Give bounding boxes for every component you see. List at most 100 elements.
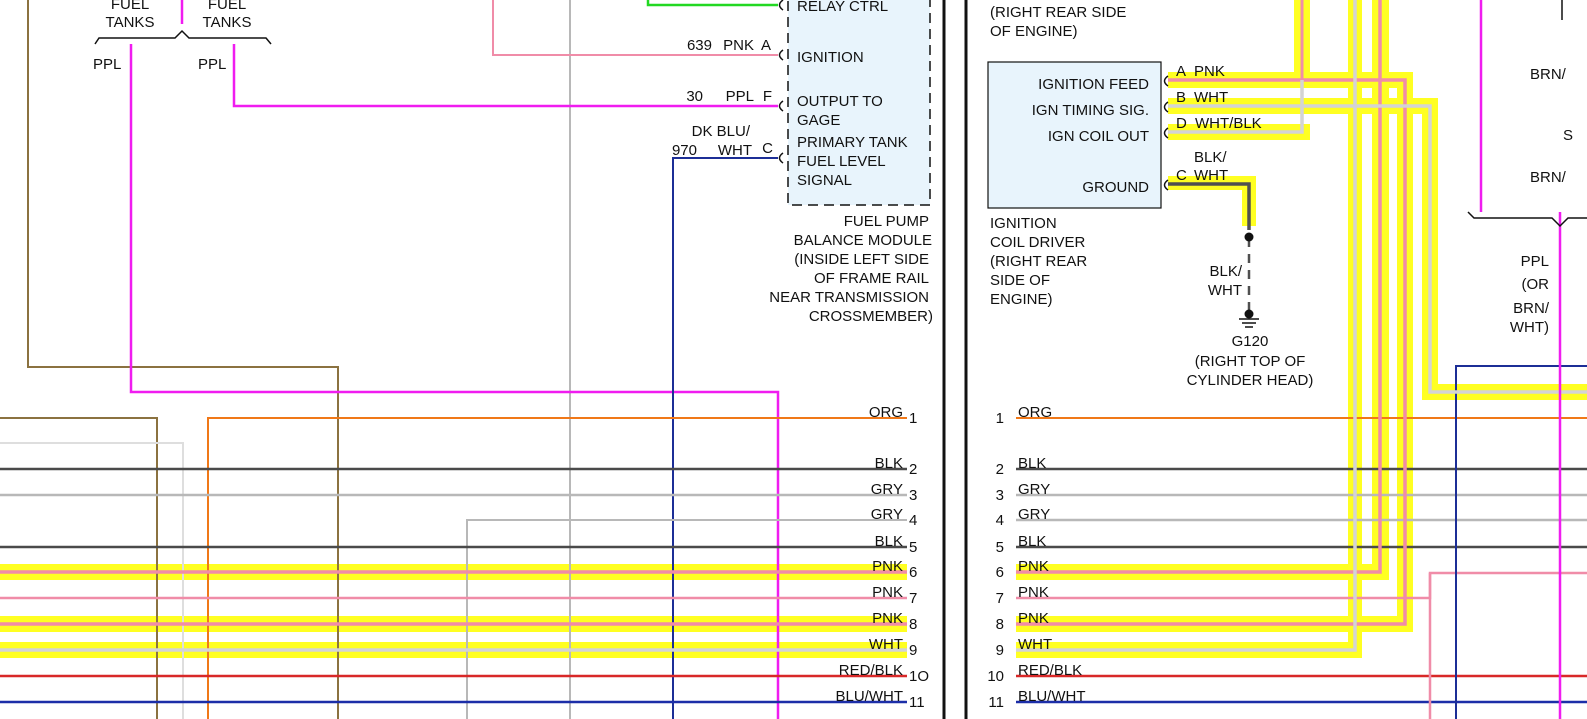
row-3-num-left: 3 bbox=[909, 487, 917, 504]
pin-label-primary-1: PRIMARY TANK bbox=[797, 134, 908, 151]
row-9-num-right: 9 bbox=[996, 642, 1004, 659]
row-4-num-left: 4 bbox=[909, 512, 917, 529]
connector-row-labels: ORG 1 1 ORGBLK 2 2 BLKGRY 3 3 GRYGRY 4 4 GRYBLK 5 5 BLK… bbox=[836, 404, 1086, 711]
row-7-color-left: PNK bbox=[872, 584, 903, 601]
color-pnk-a: PNK bbox=[723, 37, 754, 54]
row-1-color-right: ORG bbox=[1018, 404, 1052, 421]
driver-pin-label-timing: IGN TIMING SIG. bbox=[1032, 102, 1149, 119]
row-1-num-left: 1 bbox=[909, 410, 917, 427]
row-2-num-left: 2 bbox=[909, 461, 917, 478]
row-7-num-left: 7 bbox=[909, 590, 917, 607]
driver-pin-label-ground: GROUND bbox=[1082, 179, 1149, 196]
driver-name-2: COIL DRIVER bbox=[990, 234, 1085, 251]
row-9-color-right: WHT bbox=[1018, 636, 1052, 653]
color-dkblu-top: DK BLU/ bbox=[692, 123, 751, 140]
far-right-brn-1: BRN/ bbox=[1530, 66, 1567, 83]
splice-dot bbox=[1244, 232, 1254, 242]
left-top-labels: FUEL TANKS FUEL TANKS PPL PPL bbox=[93, 0, 251, 73]
row-11-color-right: BLU/WHT bbox=[1018, 688, 1086, 705]
fuel-tanks-2-line2: TANKS bbox=[203, 14, 252, 31]
row-8-num-right: 8 bbox=[996, 616, 1004, 633]
module-name-1: FUEL PUMP bbox=[844, 213, 929, 230]
row-8-color-right: PNK bbox=[1018, 610, 1049, 627]
module-name-label: FUEL PUMP BALANCE MODULE (INSIDE LEFT SI… bbox=[769, 213, 933, 325]
row-2-num-right: 2 bbox=[996, 461, 1004, 478]
driver-name-5: ENGINE) bbox=[990, 291, 1053, 308]
row-6-color-right: PNK bbox=[1018, 558, 1049, 575]
wire-green-relay bbox=[646, 0, 778, 7]
driver-name-1: IGNITION bbox=[990, 215, 1057, 232]
far-right-brn-2: BRN/ bbox=[1530, 169, 1567, 186]
row-5-num-right: 5 bbox=[996, 539, 1004, 556]
driver-pin-a: A bbox=[1176, 63, 1186, 80]
row-3-num-right: 3 bbox=[996, 487, 1004, 504]
row-11-color-left: BLU/WHT bbox=[836, 688, 904, 705]
module-name-4: OF FRAME RAIL bbox=[814, 270, 929, 287]
wire-ground bbox=[1168, 182, 1251, 230]
driver-conn-d bbox=[1163, 127, 1169, 139]
connector-f bbox=[778, 100, 784, 112]
location-fragment-2: OF ENGINE) bbox=[990, 23, 1078, 40]
driver-conn-a bbox=[1163, 75, 1169, 87]
connector-a bbox=[778, 49, 784, 61]
circuit-970: 970 bbox=[672, 142, 697, 159]
left-wires bbox=[0, 0, 907, 719]
ground-wire-label-1: BLK/ bbox=[1209, 263, 1242, 280]
wiring-diagram: FUEL TANKS FUEL TANKS PPL PPL RELAY CTRL… bbox=[0, 0, 1587, 719]
pin-c: C bbox=[762, 140, 773, 157]
row-9-color-left: WHT bbox=[869, 636, 903, 653]
circuit-639: 639 bbox=[687, 37, 712, 54]
row-9-num-left: 9 bbox=[909, 642, 917, 659]
pin-label-output-2: GAGE bbox=[797, 112, 840, 129]
row-1-num-right: 1 bbox=[996, 410, 1004, 427]
row-6-num-left: 6 bbox=[909, 564, 917, 581]
row-10-num-left: 1O bbox=[909, 668, 929, 685]
row-8-color-left: PNK bbox=[872, 610, 903, 627]
far-right-ppl-4: WHT) bbox=[1510, 319, 1549, 336]
bracket-right bbox=[1467, 211, 1587, 228]
driver-color-wht-blk: WHT/BLK bbox=[1195, 115, 1262, 132]
fuel-tanks-1-line1: FUEL bbox=[111, 0, 149, 13]
row-4-color-left: GRY bbox=[871, 506, 903, 523]
driver-color-wht: WHT bbox=[1194, 89, 1228, 106]
driver-color-wht-c: WHT bbox=[1194, 167, 1228, 184]
driver-name-4: SIDE OF bbox=[990, 272, 1050, 289]
row-10-color-right: RED/BLK bbox=[1018, 662, 1082, 679]
ground-id: G120 bbox=[1232, 333, 1269, 350]
row-4-num-right: 4 bbox=[996, 512, 1004, 529]
wire-lt-gry bbox=[0, 442, 184, 719]
driver-pin-c: C bbox=[1176, 167, 1187, 184]
driver-conn-c bbox=[1163, 179, 1169, 191]
driver-pin-label-coil-out: IGN COIL OUT bbox=[1048, 128, 1149, 145]
driver-pin-b: B bbox=[1176, 89, 1186, 106]
row-7-color-right: PNK bbox=[1018, 584, 1049, 601]
driver-name-3: (RIGHT REAR bbox=[990, 253, 1087, 270]
far-right-ppl-1: PPL bbox=[1521, 253, 1549, 270]
pin-label-ignition: IGNITION bbox=[797, 49, 864, 66]
row-8-num-left: 8 bbox=[909, 616, 917, 633]
fuel-tanks-1-line2: TANKS bbox=[106, 14, 155, 31]
row-11-num-right: 11 bbox=[988, 694, 1004, 711]
far-right-ppl-3: BRN/ bbox=[1513, 300, 1550, 317]
pin-label-output-1: OUTPUT TO bbox=[797, 93, 883, 110]
module-name-3: (INSIDE LEFT SIDE bbox=[794, 251, 929, 268]
driver-pin-label-ign-feed: IGNITION FEED bbox=[1038, 76, 1149, 93]
far-right-ppl-2: (OR bbox=[1522, 276, 1550, 293]
wire-dkblu-970 bbox=[672, 157, 778, 719]
row-2-color-left: BLK bbox=[875, 455, 903, 472]
fuel-tank-brackets bbox=[94, 29, 272, 45]
row-2-color-right: BLK bbox=[1018, 455, 1046, 472]
wire-label-ppl-2: PPL bbox=[198, 56, 226, 73]
module-name-5: NEAR TRANSMISSION bbox=[769, 289, 929, 306]
wiring-diagram-canvas: FUEL TANKS FUEL TANKS PPL PPL RELAY CTRL… bbox=[0, 0, 1587, 719]
row-11-num-left: 11 bbox=[909, 694, 925, 711]
row-3-color-right: GRY bbox=[1018, 481, 1050, 498]
driver-color-blk-top: BLK/ bbox=[1194, 149, 1227, 166]
module-name-6: CROSSMEMBER) bbox=[809, 308, 933, 325]
row-10-color-left: RED/BLK bbox=[839, 662, 903, 679]
row-6-num-right: 6 bbox=[996, 564, 1004, 581]
pin-label-primary-2: FUEL LEVEL bbox=[797, 153, 886, 170]
driver-conn-b bbox=[1163, 101, 1169, 113]
driver-pin-d: D bbox=[1176, 115, 1187, 132]
ground-wire-label-2: WHT bbox=[1208, 282, 1242, 299]
